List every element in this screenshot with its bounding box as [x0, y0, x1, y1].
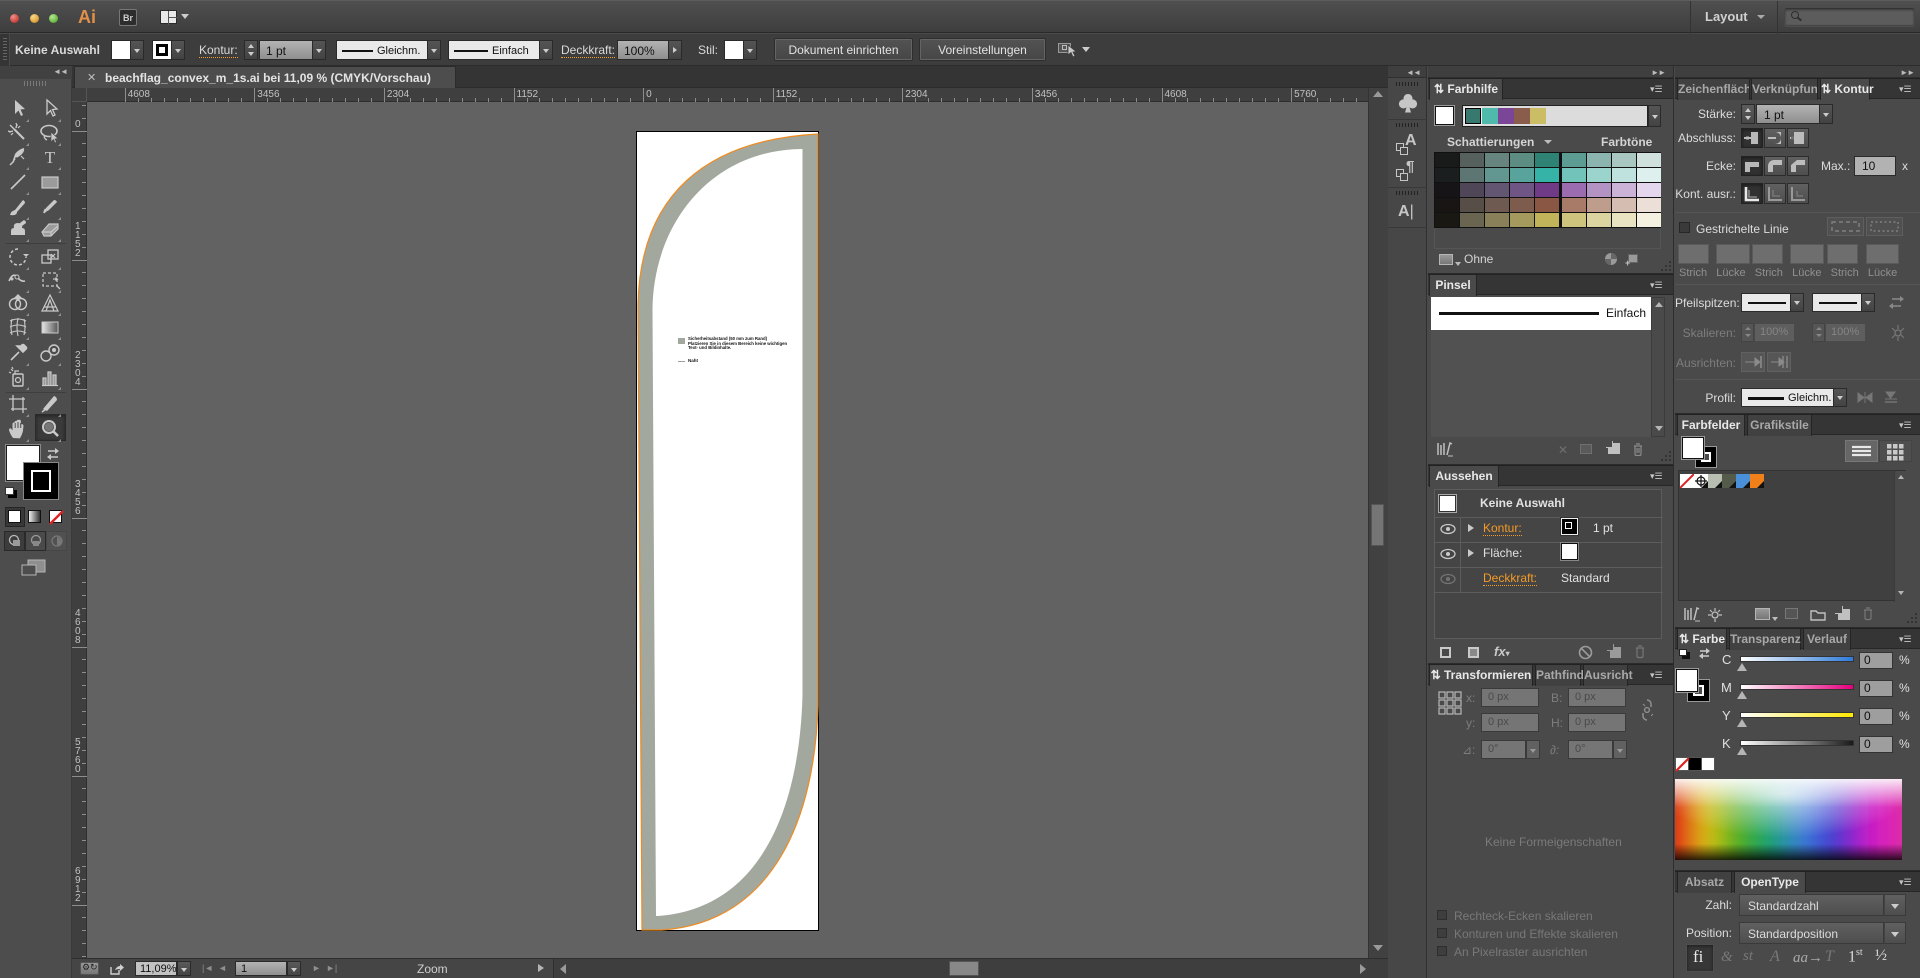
- svg-text:T: T: [45, 148, 56, 167]
